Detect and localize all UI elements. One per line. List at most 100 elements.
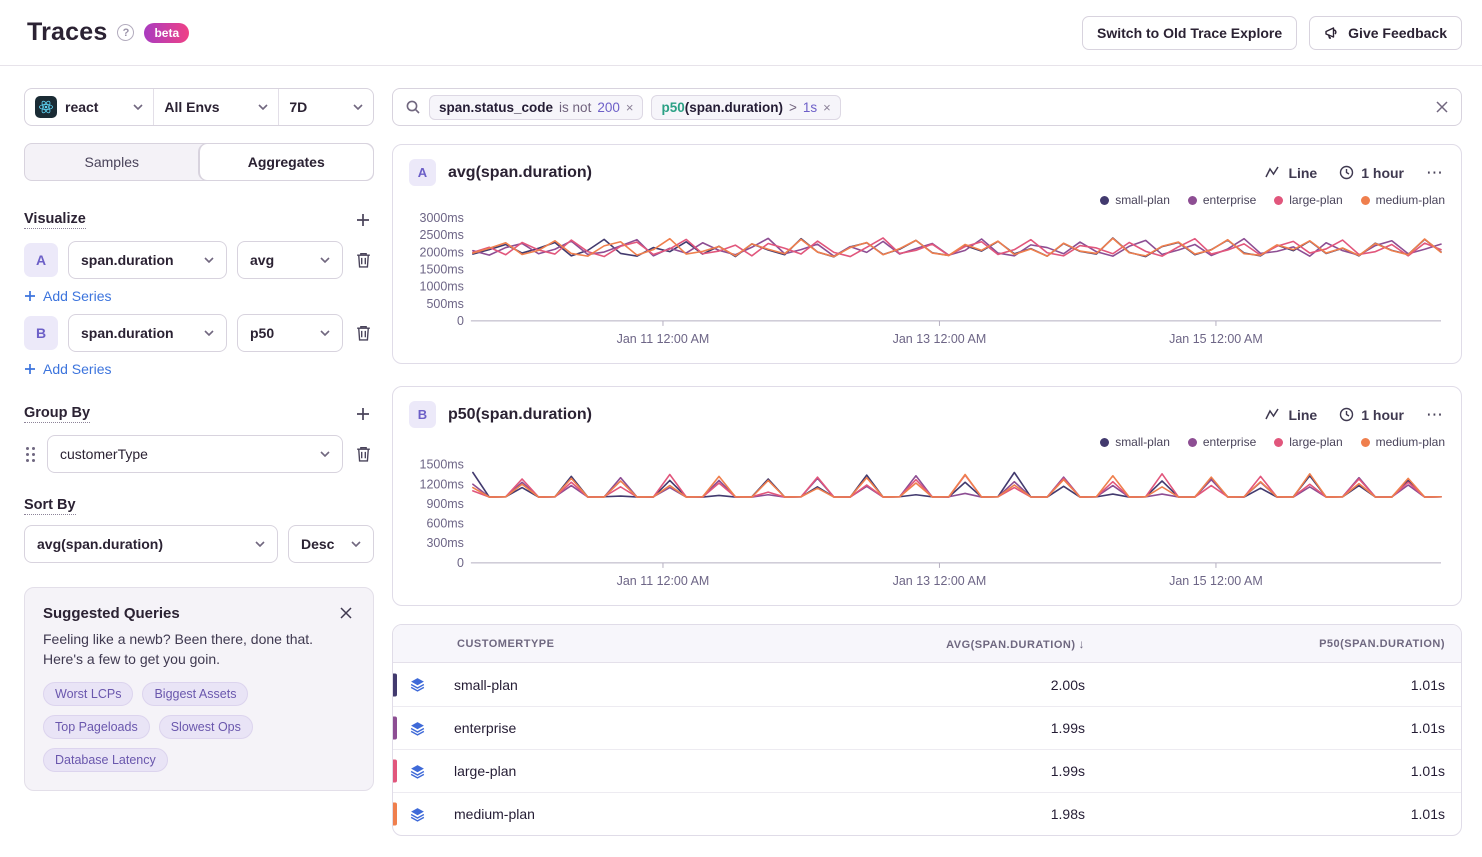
tab-aggregates[interactable]: Aggregates: [199, 144, 374, 180]
tab-samples[interactable]: Samples: [25, 144, 199, 180]
sort-by-heading: Sort By: [24, 497, 76, 515]
table-header-row: CUSTOMERTYPE AVG(SPAN.DURATION)↓ P50(SPA…: [393, 625, 1461, 663]
give-feedback-label: Give Feedback: [1348, 25, 1447, 41]
column-header-customertype[interactable]: CUSTOMERTYPE: [393, 638, 731, 650]
chart-type-label: Line: [1288, 407, 1317, 423]
add-series-link-b[interactable]: Add Series: [24, 361, 111, 377]
legend-item-large-plan[interactable]: large-plan: [1274, 193, 1342, 207]
suggested-chip-database-latency[interactable]: Database Latency: [43, 748, 168, 772]
switch-old-trace-button[interactable]: Switch to Old Trace Explore: [1082, 16, 1297, 50]
svg-text:Jan 13 12:00 AM: Jan 13 12:00 AM: [893, 332, 987, 346]
suggested-chip-biggest-assets[interactable]: Biggest Assets: [142, 682, 248, 706]
line-chart-icon: [1265, 408, 1281, 421]
legend-label: enterprise: [1203, 435, 1256, 449]
switch-old-trace-label: Switch to Old Trace Explore: [1097, 25, 1282, 41]
sort-direction-select[interactable]: Desc: [288, 525, 374, 563]
delete-series-b-button[interactable]: [353, 322, 374, 344]
legend-dot-icon: [1274, 438, 1283, 447]
remove-filter-icon[interactable]: ×: [626, 101, 634, 114]
svg-text:Jan 11 12:00 AM: Jan 11 12:00 AM: [617, 574, 710, 588]
row-group-value: large-plan: [454, 763, 516, 779]
chart-type-control[interactable]: Line: [1265, 165, 1317, 181]
chart-interval-label: 1 hour: [1361, 165, 1404, 181]
beta-badge: beta: [144, 23, 189, 43]
clear-search-icon[interactable]: [1435, 100, 1449, 114]
chart-panel-a: A avg(span.duration) Line 1 hour ⋯ small…: [392, 144, 1462, 364]
series-a-field-select[interactable]: span.duration: [68, 241, 227, 279]
main-area: span.status_code is not 200 × p50(span.d…: [392, 88, 1462, 836]
legend-dot-icon: [1274, 196, 1283, 205]
sort-field-select[interactable]: avg(span.duration): [24, 525, 278, 563]
add-group-by-button[interactable]: [352, 403, 374, 425]
series-color-bar: [393, 803, 397, 826]
row-p50-value: 1.01s: [1101, 677, 1461, 693]
chevron-down-icon: [133, 104, 143, 110]
help-icon[interactable]: ?: [117, 24, 134, 41]
suggested-chip-top-pageloads[interactable]: Top Pageloads: [43, 715, 150, 739]
delete-series-a-button[interactable]: [353, 249, 374, 271]
project-select[interactable]: react: [25, 89, 153, 125]
sort-descending-icon: ↓: [1079, 637, 1086, 651]
plus-icon: [24, 290, 36, 302]
line-chart-icon: [1265, 166, 1281, 179]
drag-handle[interactable]: [24, 445, 37, 464]
svg-text:Jan 13 12:00 AM: Jan 13 12:00 AM: [893, 574, 987, 588]
table-row[interactable]: small-plan 2.00s 1.01s: [393, 663, 1461, 706]
chart-b-canvas[interactable]: 1500ms1200ms900ms600ms300ms0Jan 11 12:00…: [409, 451, 1445, 595]
series-b-field-select[interactable]: span.duration: [68, 314, 227, 352]
date-range-select[interactable]: 7D: [278, 89, 373, 125]
chart-type-control[interactable]: Line: [1265, 407, 1317, 423]
delete-group-by-button[interactable]: [353, 443, 374, 465]
series-a-agg-select[interactable]: avg: [237, 241, 343, 279]
add-series-label: Add Series: [43, 288, 111, 304]
chart-interval-control[interactable]: 1 hour: [1339, 165, 1404, 181]
clock-icon: [1339, 407, 1354, 422]
legend-label: large-plan: [1289, 193, 1342, 207]
chart-interval-control[interactable]: 1 hour: [1339, 407, 1404, 423]
more-options-icon[interactable]: ⋯: [1426, 163, 1445, 183]
add-visualize-button[interactable]: [352, 209, 374, 231]
chevron-down-icon: [353, 104, 363, 110]
chart-b-badge: B: [409, 401, 436, 428]
filter-chip-status-code[interactable]: span.status_code is not 200 ×: [429, 95, 643, 120]
give-feedback-button[interactable]: Give Feedback: [1309, 16, 1462, 50]
legend-item-small-plan[interactable]: small-plan: [1100, 435, 1170, 449]
legend-item-medium-plan[interactable]: medium-plan: [1361, 435, 1445, 449]
legend-item-enterprise[interactable]: enterprise: [1188, 435, 1256, 449]
search-bar[interactable]: span.status_code is not 200 × p50(span.d…: [392, 88, 1462, 126]
table-row[interactable]: medium-plan 1.98s 1.01s: [393, 792, 1461, 835]
legend-label: large-plan: [1289, 435, 1342, 449]
series-color-bar: [393, 760, 397, 783]
filter-chip-p50-duration[interactable]: p50(span.duration) > 1s ×: [651, 95, 840, 120]
chart-a-canvas[interactable]: 3000ms2500ms2000ms1500ms1000ms500ms0Jan …: [409, 209, 1445, 353]
suggested-chip-worst-lcps[interactable]: Worst LCPs: [43, 682, 133, 706]
group-by-select[interactable]: customerType: [47, 435, 343, 473]
clock-icon: [1339, 165, 1354, 180]
layers-icon: [409, 763, 426, 780]
suggested-chip-slowest-ops[interactable]: Slowest Ops: [159, 715, 253, 739]
series-b-field-value: span.duration: [81, 325, 174, 341]
table-row[interactable]: large-plan 1.99s 1.01s: [393, 749, 1461, 792]
svg-text:0: 0: [457, 556, 464, 570]
svg-text:1000ms: 1000ms: [420, 280, 464, 294]
legend-item-enterprise[interactable]: enterprise: [1188, 193, 1256, 207]
chart-a-title: avg(span.duration): [448, 164, 592, 182]
filter-key: p50(span.duration): [661, 100, 783, 115]
chart-type-label: Line: [1288, 165, 1317, 181]
series-b-agg-select[interactable]: p50: [237, 314, 343, 352]
remove-filter-icon[interactable]: ×: [823, 101, 831, 114]
table-row[interactable]: enterprise 1.99s 1.01s: [393, 706, 1461, 749]
legend-label: enterprise: [1203, 193, 1256, 207]
close-icon[interactable]: [337, 604, 355, 622]
add-series-link-a[interactable]: Add Series: [24, 288, 111, 304]
legend-item-large-plan[interactable]: large-plan: [1274, 435, 1342, 449]
environment-select[interactable]: All Envs: [153, 89, 278, 125]
column-header-avg[interactable]: AVG(SPAN.DURATION)↓: [731, 637, 1101, 651]
group-by-value: customerType: [60, 446, 148, 462]
more-options-icon[interactable]: ⋯: [1426, 405, 1445, 425]
add-series-label: Add Series: [43, 361, 111, 377]
visualize-row-a: A span.duration avg: [24, 241, 374, 279]
legend-item-medium-plan[interactable]: medium-plan: [1361, 193, 1445, 207]
column-header-p50[interactable]: P50(SPAN.DURATION): [1101, 638, 1461, 650]
legend-item-small-plan[interactable]: small-plan: [1100, 193, 1170, 207]
